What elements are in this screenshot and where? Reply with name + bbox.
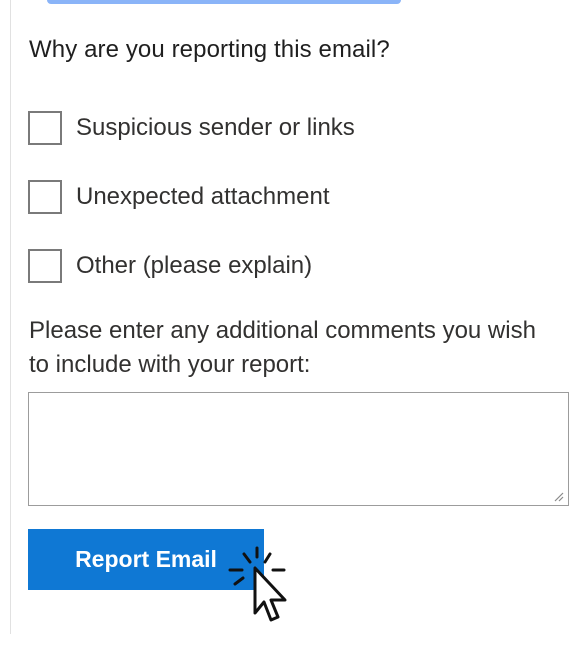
option-label-suspicious-sender: Suspicious sender or links [76,114,355,141]
report-question: Why are you reporting this email? [29,36,390,63]
checkbox-suspicious-sender[interactable] [28,111,62,145]
checkbox-unexpected-attachment[interactable] [28,180,62,214]
option-label-unexpected-attachment: Unexpected attachment [76,183,330,210]
pointer-arrow-icon [228,546,287,622]
checkbox-other[interactable] [28,249,62,283]
report-email-page: Why are you reporting this email? Suspic… [0,0,569,661]
option-label-other: Other (please explain) [76,252,313,279]
comments-label: Please enter any additional comments you… [29,317,536,378]
option-other[interactable]: Other (please explain) [28,249,312,283]
resize-grip-icon[interactable] [552,490,564,502]
option-unexpected-attachment[interactable]: Unexpected attachment [28,180,330,214]
option-suspicious-sender[interactable]: Suspicious sender or links [28,111,355,145]
comments-textarea[interactable] [28,392,569,506]
top-accent-bar [47,0,401,4]
